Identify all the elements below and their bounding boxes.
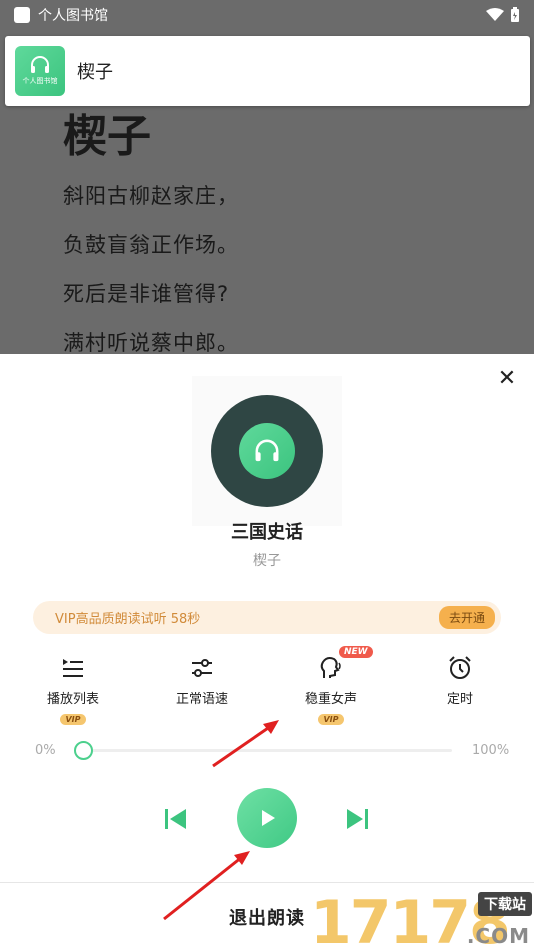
status-bar: 个人图书馆 <box>0 0 534 30</box>
book-content: 楔子 斜阳古柳赵家庄， 负鼓盲翁正作场。 死后是非谁管得? 满村听说蔡中郎。 <box>63 100 239 374</box>
voice-button[interactable]: NEW 稳重女声 VIP <box>281 646 381 726</box>
vip-trial-text: VIP高品质朗读试听 58秒 <box>55 612 201 627</box>
next-icon[interactable] <box>344 806 370 832</box>
chapter-name: 楔子 <box>253 553 281 569</box>
book-text-line: 负鼓盲翁正作场。 <box>63 233 239 257</box>
wifi-icon <box>486 8 504 21</box>
status-indicators <box>486 7 520 23</box>
playlist-label: 播放列表 <box>46 692 99 707</box>
app-small-icon <box>14 7 30 23</box>
progress-end-label: 100% <box>472 743 510 758</box>
site-watermark: 17178 下载站 .COM <box>310 888 534 950</box>
book-text-line: 斜阳古柳赵家庄， <box>63 184 239 208</box>
previous-icon[interactable] <box>163 806 189 832</box>
app-notification-card[interactable]: 个人图书馆 楔子 <box>5 36 530 106</box>
status-app-title: 个人图书馆 <box>38 8 108 24</box>
close-icon[interactable]: ✕ <box>496 368 518 390</box>
headphones-icon <box>31 56 49 73</box>
speed-button[interactable]: 正常语速 <box>152 654 252 707</box>
vip-badge: VIP <box>318 714 344 725</box>
book-name: 三国史话 <box>231 522 303 543</box>
watermark-suffix: .COM <box>466 924 530 948</box>
app-logo: 个人图书馆 <box>15 46 65 96</box>
voice-label: 稳重女声 <box>304 692 357 707</box>
vip-badge: VIP <box>60 714 86 725</box>
play-button[interactable] <box>237 788 297 848</box>
annotation-arrow <box>163 851 250 921</box>
progress-slider-thumb[interactable] <box>74 741 93 760</box>
app-card-title: 楔子 <box>77 62 113 83</box>
book-text-line: 死后是非谁管得? <box>63 282 230 306</box>
cover-disc <box>211 395 323 507</box>
voice-icon <box>320 657 341 678</box>
playback-controls <box>0 786 534 850</box>
playlist-button[interactable]: 播放列表 VIP <box>23 654 123 726</box>
cover-disc-center <box>239 423 295 479</box>
headphones-icon <box>255 439 279 462</box>
vip-open-button[interactable]: 去开通 <box>438 606 495 629</box>
new-badge: NEW <box>339 646 373 658</box>
play-icon <box>262 810 275 826</box>
alarm-clock-icon <box>449 656 471 679</box>
vip-trial-banner: VIP高品质朗读试听 58秒 去开通 <box>33 601 501 634</box>
playlist-icon <box>63 659 83 677</box>
timer-label: 定时 <box>446 692 473 707</box>
book-chapter-title: 楔子 <box>63 111 151 162</box>
progress-start-label: 0% <box>35 743 56 758</box>
timer-button[interactable]: 定时 <box>410 654 510 707</box>
battery-icon <box>511 7 519 22</box>
app-logo-label: 个人图书馆 <box>22 77 58 85</box>
speed-label: 正常语速 <box>175 692 228 707</box>
annotation-arrow <box>212 720 279 768</box>
watermark-badge: 下载站 <box>478 892 532 916</box>
speed-sliders-icon <box>192 659 212 677</box>
read-aloud-sheet: ✕ 三国史话 楔子 VIP高品质朗读试听 58秒 去开通 播放列表 VIP 正常… <box>0 354 534 950</box>
cover-art <box>192 376 342 526</box>
